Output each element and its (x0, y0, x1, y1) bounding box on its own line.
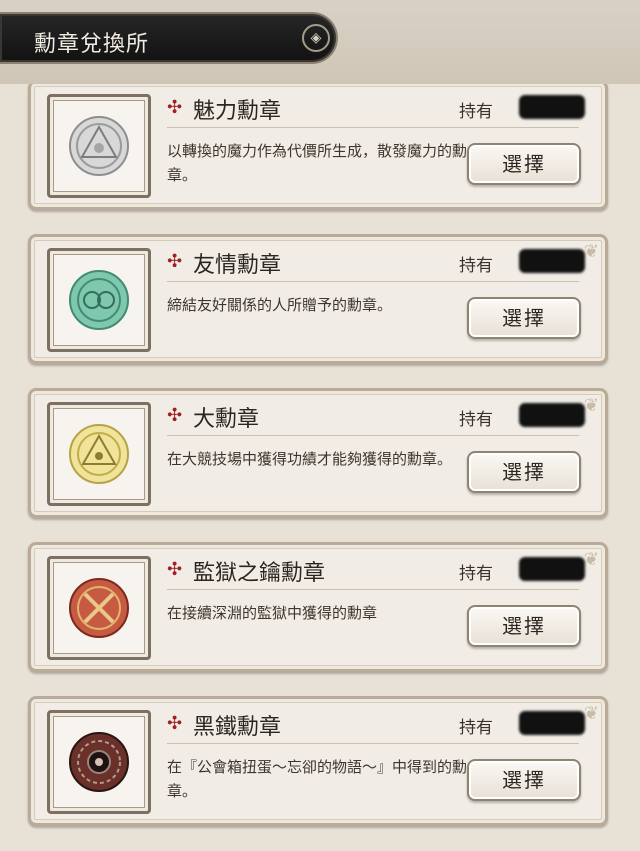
corner-ornament-icon: ❦ (583, 549, 599, 570)
divider (167, 281, 579, 282)
select-button[interactable]: 選擇 (467, 451, 581, 493)
charm-medal-icon (69, 116, 129, 176)
medal-card-black-iron: ❦ ✣ 黑鐵勳章 持有 在『公會箱扭蛋～忘卻的物語～』中得到的勳章。 選擇 (28, 696, 608, 826)
hold-count-redacted (519, 557, 585, 581)
cross-icon: ✣ (167, 713, 183, 734)
medal-card-prison-key: ❦ ✣ 監獄之鑰勳章 持有 在接續深淵的監獄中獲得的勳章 選擇 (28, 542, 608, 672)
prison-key-medal-icon (69, 578, 129, 638)
cross-icon: ✣ (167, 97, 183, 118)
hold-count-redacted (519, 249, 585, 273)
hold-count-redacted (519, 711, 585, 735)
medal-description: 以轉換的魔力作為代價所生成，散發魔力的勳章。 (167, 142, 468, 184)
cross-icon: ✣ (167, 251, 183, 272)
medal-description: 在大競技場中獲得功績才能夠獲得的勳章。 (167, 450, 453, 468)
grand-medal-icon (69, 424, 129, 484)
medal-name: 魅力勳章 (193, 99, 282, 124)
hold-label: 持有 (459, 256, 493, 276)
medal-name: 友情勳章 (193, 253, 282, 278)
medal-name: 大勳章 (193, 407, 260, 432)
divider (167, 127, 579, 128)
medal-list[interactable]: ✣ 魅力勳章 持有 以轉換的魔力作為代價所生成，散發魔力的勳章。 選擇 ❦ ✣ … (0, 84, 640, 851)
select-button[interactable]: 選擇 (467, 297, 581, 339)
hold-count-redacted (519, 403, 585, 427)
corner-ornament-icon: ❦ (583, 703, 599, 724)
hold-label: 持有 (459, 410, 493, 430)
friendship-medal-icon (69, 270, 129, 330)
hold-label: 持有 (459, 102, 493, 122)
black-iron-medal-icon (69, 732, 129, 792)
medal-name: 監獄之鑰勳章 (193, 561, 326, 586)
corner-ornament-icon: ❦ (583, 395, 599, 416)
medal-description: 在接續深淵的監獄中獲得的勳章 (167, 604, 378, 622)
page-title: 勳章兌換所 (34, 32, 150, 57)
cross-icon: ✣ (167, 405, 183, 426)
select-button[interactable]: 選擇 (467, 143, 581, 185)
medal-description: 締結友好關係的人所贈予的勳章。 (167, 296, 393, 314)
hold-label: 持有 (459, 564, 493, 584)
title-bar: 勳章兌換所 ◈ (0, 12, 338, 64)
divider (167, 435, 579, 436)
divider (167, 743, 579, 744)
medal-card-friendship: ❦ ✣ 友情勳章 持有 締結友好關係的人所贈予的勳章。 選擇 (28, 234, 608, 364)
cross-icon: ✣ (167, 559, 183, 580)
medal-frame (47, 710, 151, 814)
hold-count-redacted (519, 95, 585, 119)
header: 勳章兌換所 ◈ (0, 0, 640, 84)
medal-frame (47, 94, 151, 198)
select-button[interactable]: 選擇 (467, 605, 581, 647)
hold-label: 持有 (459, 718, 493, 738)
medal-card-grand: ❦ ✣ 大勳章 持有 在大競技場中獲得功績才能夠獲得的勳章。 選擇 (28, 388, 608, 518)
divider (167, 589, 579, 590)
medal-name: 黑鐵勳章 (193, 715, 282, 740)
medal-description: 在『公會箱扭蛋～忘卻的物語～』中得到的勳章。 (167, 758, 468, 800)
medal-frame (47, 248, 151, 352)
corner-ornament-icon: ❦ (583, 241, 599, 262)
select-button[interactable]: 選擇 (467, 759, 581, 801)
medal-frame (47, 402, 151, 506)
medal-card-charm: ✣ 魅力勳章 持有 以轉換的魔力作為代價所生成，散發魔力的勳章。 選擇 (28, 84, 608, 210)
diamond-emblem-icon: ◈ (302, 24, 330, 52)
medal-frame (47, 556, 151, 660)
